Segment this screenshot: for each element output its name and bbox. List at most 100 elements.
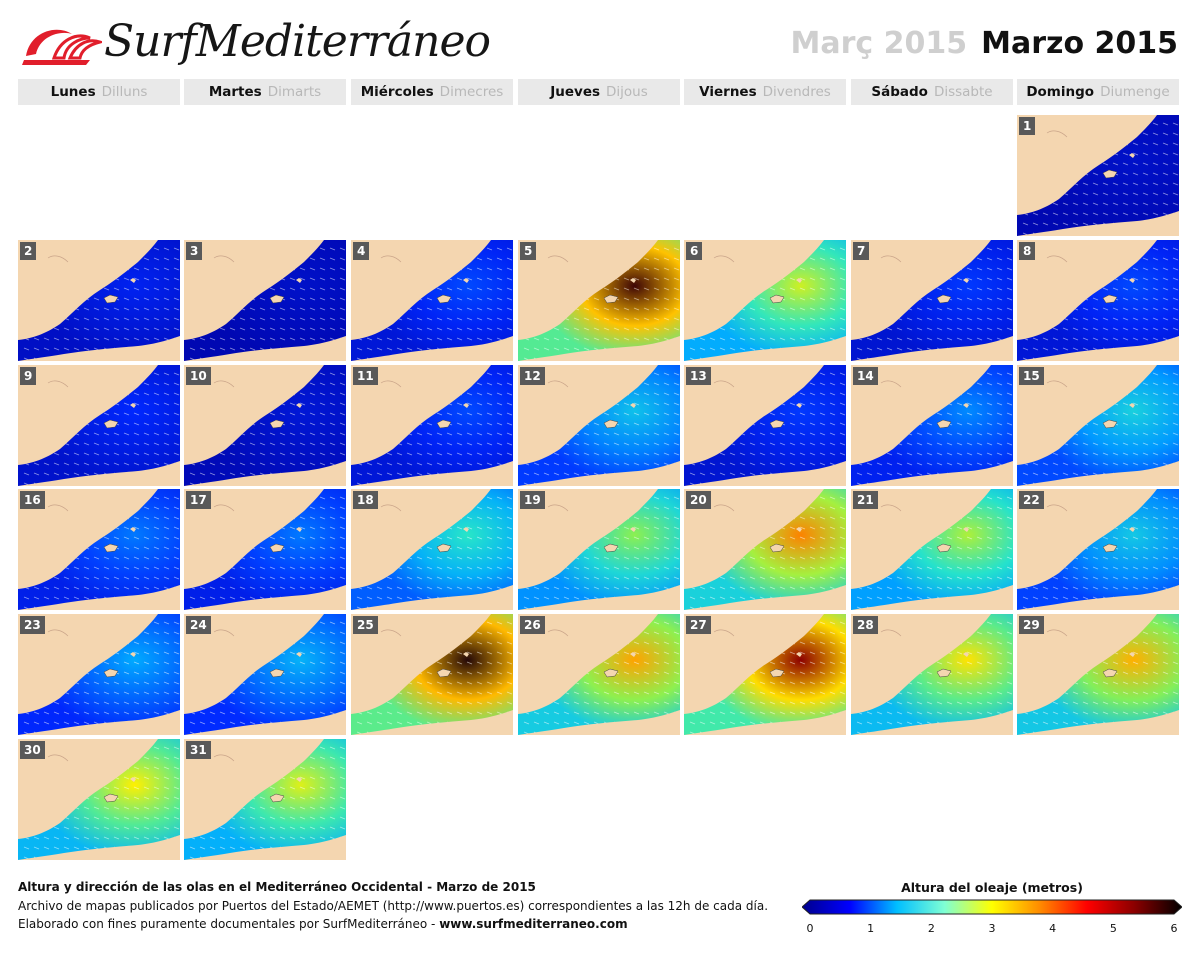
footer-source: Archivo de mapas publicados por Puertos …	[18, 898, 769, 913]
day-cell-7[interactable]: 7	[851, 240, 1013, 361]
day-cell-29[interactable]: 29	[1017, 614, 1179, 735]
weekday-label-ca: Dijous	[606, 84, 648, 100]
day-number: 20	[686, 491, 711, 509]
day-number: 10	[186, 367, 211, 385]
day-cell-12[interactable]: 12	[518, 365, 680, 486]
day-cell-15[interactable]: 15	[1017, 365, 1179, 486]
legend-colorbar	[802, 899, 1182, 915]
footer-credit: Elaborado con fines puramente documental…	[18, 915, 768, 934]
legend-tick: 0	[806, 922, 814, 935]
weekday-3: Miércoles Dimecres	[351, 79, 513, 105]
day-cell-10[interactable]: 10	[184, 365, 346, 486]
day-number: 19	[520, 491, 545, 509]
day-number: 6	[686, 242, 703, 260]
day-number: 12	[520, 367, 545, 385]
weekday-4: Jueves Dijous	[518, 79, 680, 105]
day-cell-24[interactable]: 24	[184, 614, 346, 735]
footer-title: Altura y dirección de las olas en el Med…	[18, 880, 536, 894]
weekday-2: Martes Dimarts	[184, 79, 346, 105]
weekday-label-es: Miércoles	[360, 84, 434, 100]
legend-tick: 1	[867, 922, 875, 935]
wave-map	[184, 240, 346, 361]
day-number: 13	[686, 367, 711, 385]
day-number: 23	[20, 616, 45, 634]
weekday-label-es: Martes	[208, 84, 262, 100]
day-number: 4	[353, 242, 370, 260]
weekday-label-es: Domingo	[1026, 84, 1095, 100]
logo-text: SurfMediterráneo	[104, 16, 491, 67]
day-number: 29	[1019, 616, 1044, 634]
day-number: 26	[520, 616, 545, 634]
day-cell-5[interactable]: 5	[518, 240, 680, 361]
day-cell-16[interactable]: 16	[18, 489, 180, 610]
day-cell-18[interactable]: 18	[351, 489, 513, 610]
day-cell-1[interactable]: 1	[1017, 115, 1179, 236]
wave-height-legend: Altura del oleaje (metros) 0 1 2 3 4 5 6	[802, 880, 1182, 940]
month-title-spanish: Marzo 2015	[981, 26, 1178, 61]
weekday-label-es: Viernes	[699, 84, 757, 100]
day-cell-14[interactable]: 14	[851, 365, 1013, 486]
legend-title: Altura del oleaje (metros)	[901, 880, 1083, 895]
day-cell-27[interactable]: 27	[684, 614, 846, 735]
day-cell-20[interactable]: 20	[684, 489, 846, 610]
wave-map	[684, 240, 846, 361]
day-cell-2[interactable]: 2	[18, 240, 180, 361]
wave-map	[351, 240, 513, 361]
day-number: 30	[20, 741, 45, 759]
footer: Altura y dirección de las olas en el Med…	[18, 878, 768, 934]
day-number: 17	[186, 491, 211, 509]
wave-map	[518, 240, 680, 361]
day-cell-25[interactable]: 25	[351, 614, 513, 735]
weekday-1: Lunes Dilluns	[18, 79, 180, 105]
day-number: 1	[1019, 117, 1036, 135]
day-number: 5	[520, 242, 537, 260]
weekday-label-ca: Dissabte	[933, 84, 993, 100]
day-number: 18	[353, 491, 378, 509]
day-cell-23[interactable]: 23	[18, 614, 180, 735]
wave-map	[851, 240, 1013, 361]
weekday-label-es: Sábado	[871, 84, 928, 100]
day-cell-30[interactable]: 30	[18, 739, 180, 860]
day-number: 14	[853, 367, 878, 385]
day-cell-21[interactable]: 21	[851, 489, 1013, 610]
day-cell-22[interactable]: 22	[1017, 489, 1179, 610]
day-number: 24	[186, 616, 211, 634]
day-cell-3[interactable]: 3	[184, 240, 346, 361]
day-cell-17[interactable]: 17	[184, 489, 346, 610]
day-number: 28	[853, 616, 878, 634]
day-number: 9	[20, 367, 37, 385]
wave-map	[1017, 240, 1179, 361]
day-number: 7	[853, 242, 870, 260]
weekday-5: Viernes Divendres	[684, 79, 846, 105]
weekday-label-ca: Dimecres	[439, 84, 504, 100]
month-title-catalan: Març 2015	[790, 26, 968, 61]
day-cell-13[interactable]: 13	[684, 365, 846, 486]
footer-website-link[interactable]: www.surfmediterraneo.com	[439, 917, 627, 931]
weekday-7: Domingo Diumenge	[1017, 79, 1179, 105]
legend-tick: 4	[1049, 922, 1057, 935]
wave-logo-icon	[22, 29, 102, 65]
legend-tick: 2	[927, 922, 935, 935]
day-cell-8[interactable]: 8	[1017, 240, 1179, 361]
month-title: Març 2015 Marzo 2015	[790, 26, 1178, 61]
wave-map	[18, 240, 180, 361]
day-number: 2	[20, 242, 37, 260]
day-number: 25	[353, 616, 378, 634]
day-number: 21	[853, 491, 878, 509]
day-cell-6[interactable]: 6	[684, 240, 846, 361]
surfmediterraneo-logo[interactable]: SurfMediterráneo	[20, 14, 491, 74]
day-cell-31[interactable]: 31	[184, 739, 346, 860]
weekday-6: Sábado Dissabte	[851, 79, 1013, 105]
day-cell-19[interactable]: 19	[518, 489, 680, 610]
day-number: 27	[686, 616, 711, 634]
day-cell-28[interactable]: 28	[851, 614, 1013, 735]
day-cell-9[interactable]: 9	[18, 365, 180, 486]
day-cell-4[interactable]: 4	[351, 240, 513, 361]
day-number: 11	[353, 367, 378, 385]
day-cell-26[interactable]: 26	[518, 614, 680, 735]
day-cell-11[interactable]: 11	[351, 365, 513, 486]
legend-tick: 5	[1109, 922, 1117, 935]
footer-credit-text: Elaborado con fines puramente documental…	[18, 917, 440, 931]
weekday-label-es: Lunes	[50, 84, 96, 100]
day-number: 15	[1019, 367, 1044, 385]
